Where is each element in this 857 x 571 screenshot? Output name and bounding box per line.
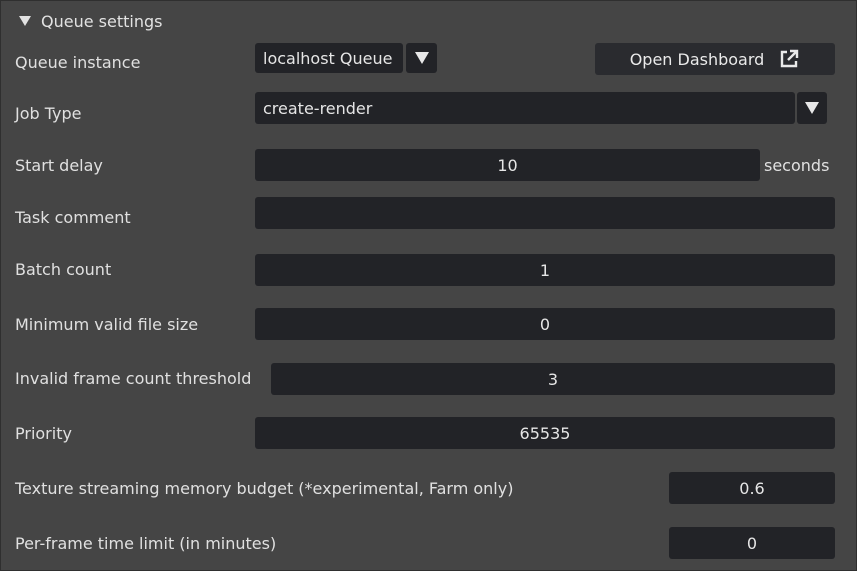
invalid-frame-threshold-value: 3 — [547, 369, 559, 389]
batch-count-label: Batch count — [15, 260, 112, 279]
caret-down-icon[interactable] — [19, 16, 31, 26]
priority-input[interactable]: 65535 — [255, 417, 835, 449]
texture-budget-label: Texture streaming memory budget (*experi… — [15, 479, 514, 498]
dropdown-arrow-icon — [414, 52, 429, 64]
section-header[interactable]: Queue settings — [19, 10, 162, 32]
min-file-size-label: Minimum valid file size — [15, 315, 199, 334]
texture-budget-value: 0.6 — [739, 478, 765, 498]
dropdown-arrow-icon — [805, 102, 819, 114]
queue-settings-panel: Queue settings Queue instance localhost … — [0, 0, 857, 571]
task-comment-label: Task comment — [15, 208, 131, 227]
start-delay-input[interactable]: 10 — [255, 149, 760, 181]
start-delay-label: Start delay — [15, 156, 103, 175]
invalid-frame-threshold-label: Invalid frame count threshold — [15, 369, 252, 388]
task-comment-input[interactable] — [255, 197, 835, 229]
external-link-icon — [781, 49, 799, 68]
job-type-dropdown-button[interactable] — [797, 92, 827, 124]
batch-count-input[interactable]: 1 — [255, 254, 835, 286]
open-dashboard-label: Open Dashboard — [629, 49, 765, 69]
invalid-frame-threshold-input[interactable]: 3 — [271, 363, 835, 395]
min-file-size-input[interactable]: 0 — [255, 308, 835, 340]
priority-value: 65535 — [519, 423, 571, 443]
min-file-size-value: 0 — [539, 314, 551, 334]
frame-time-limit-value: 0 — [746, 533, 758, 553]
section-title: Queue settings — [41, 11, 163, 31]
priority-label: Priority — [15, 424, 72, 443]
batch-count-value: 1 — [539, 260, 551, 280]
queue-instance-label: Queue instance — [15, 53, 141, 72]
frame-time-limit-label: Per-frame time limit (in minutes) — [15, 534, 277, 553]
frame-time-limit-input[interactable]: 0 — [669, 527, 835, 559]
job-type-label: Job Type — [15, 104, 82, 123]
queue-instance-select[interactable]: localhost Queue — [255, 43, 403, 73]
job-type-value: create-render — [263, 98, 373, 118]
queue-instance-dropdown-button[interactable] — [406, 43, 437, 73]
start-delay-value: 10 — [497, 155, 518, 175]
queue-instance-value: localhost Queue — [263, 48, 393, 68]
texture-budget-input[interactable]: 0.6 — [669, 472, 835, 504]
open-dashboard-button[interactable]: Open Dashboard — [595, 43, 835, 75]
job-type-select[interactable]: create-render — [255, 92, 795, 124]
start-delay-unit: seconds — [764, 156, 830, 175]
